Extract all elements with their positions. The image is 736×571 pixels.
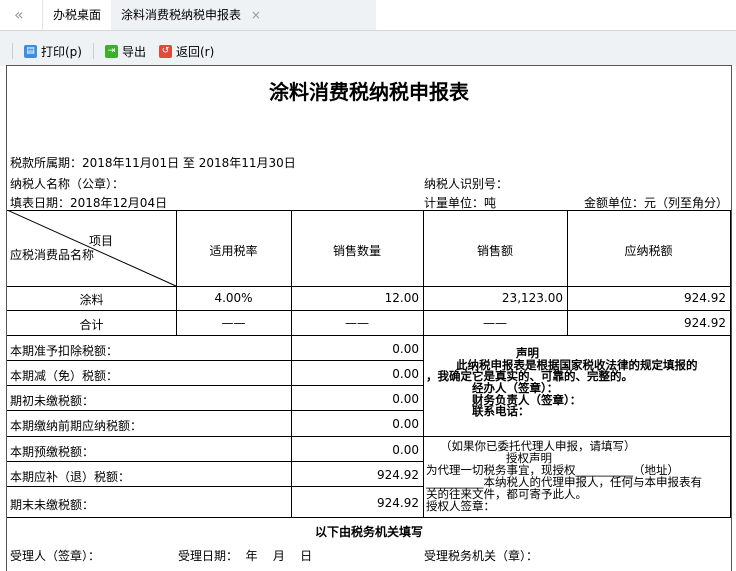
receive-date: 受理日期： 年 月 日 xyxy=(178,547,312,564)
export-button[interactable]: ⇥ 导出 xyxy=(105,43,146,60)
header-sales: 销售额 xyxy=(423,242,567,259)
money-unit: 金额单位：元（列至角分） xyxy=(584,194,728,211)
back-button[interactable]: ↺ 返回(r) xyxy=(159,43,214,60)
total-sales: —— xyxy=(423,316,567,330)
back-label: 返回(r) xyxy=(176,43,214,60)
header-tax: 应纳税额 xyxy=(567,242,730,259)
item-label: 本期缴纳前期应纳税额： xyxy=(10,417,142,434)
item-label: 本期准予扣除税额： xyxy=(10,342,118,359)
tax-period: 税款所属期：2018年11月01日 至 2018年11月30日 xyxy=(10,154,296,171)
tax-office-seal: 受理税务机关（章）： xyxy=(424,547,538,564)
item-value: 924.92 xyxy=(291,468,419,482)
item-value: 0.00 xyxy=(291,367,419,381)
item-label: 本期应补（退）税额： xyxy=(10,468,130,485)
table-border xyxy=(7,410,423,411)
tab-label: 办税桌面 xyxy=(53,8,101,22)
taxpayer-name: 纳税人名称（公章）： xyxy=(10,175,124,192)
divider xyxy=(12,43,13,59)
export-label: 导出 xyxy=(122,43,146,60)
print-button[interactable]: ▤ 打印(p) xyxy=(24,43,82,60)
row-rate: 4.00% xyxy=(176,291,291,305)
agent-signature: 授权人签章： xyxy=(426,500,495,512)
print-label: 打印(p) xyxy=(41,43,82,60)
contact-phone: 联系电话： xyxy=(472,406,530,417)
table-border xyxy=(7,310,731,311)
divider xyxy=(93,43,94,59)
item-label: 期末未缴税额： xyxy=(10,496,94,513)
row-quantity: 12.00 xyxy=(291,291,419,305)
table-border xyxy=(7,436,731,437)
tab-label: 涂料消费税纳税申报表 xyxy=(121,8,241,22)
fill-date: 填表日期：2018年12月04日 xyxy=(10,194,167,211)
table-border xyxy=(7,461,423,462)
total-tax: 924.92 xyxy=(567,316,726,330)
table-border xyxy=(7,517,731,518)
table-border xyxy=(7,385,423,386)
row-sales: 23,123.00 xyxy=(423,291,563,305)
table-border xyxy=(730,210,731,517)
office-section-title: 以下由税务机关填写 xyxy=(7,523,731,540)
measure-unit: 计量单位：吨 xyxy=(424,194,496,211)
export-icon: ⇥ xyxy=(105,45,118,58)
header-rate: 适用税率 xyxy=(176,242,291,259)
total-quantity: —— xyxy=(291,316,423,330)
close-icon[interactable]: × xyxy=(251,8,261,22)
item-value: 0.00 xyxy=(291,342,419,356)
total-rate: —— xyxy=(176,316,291,330)
item-label: 期初未缴税额： xyxy=(10,392,94,409)
page-title: 涂料消费税纳税申报表 xyxy=(7,76,731,105)
header-quantity: 销售数量 xyxy=(291,242,423,259)
item-label: 本期预缴税额： xyxy=(10,443,94,460)
toolbar: ▤ 打印(p) ⇥ 导出 ↺ 返回(r) xyxy=(0,30,736,66)
tab-tax-form[interactable]: 涂料消费税纳税申报表 × xyxy=(111,0,376,30)
table-border xyxy=(7,360,423,361)
tab-desktop[interactable]: 办税桌面 xyxy=(42,0,112,30)
receiver-signature: 受理人（签章）： xyxy=(10,547,100,564)
item-value: 924.92 xyxy=(291,496,419,510)
table-border xyxy=(7,335,731,336)
printer-icon: ▤ xyxy=(24,45,37,58)
item-value: 0.00 xyxy=(291,443,419,457)
collapse-icon[interactable]: « xyxy=(4,0,34,30)
item-label: 本期减（免）税额： xyxy=(10,367,118,384)
header-product-name: 应税消费品名称 xyxy=(10,246,94,263)
row-tax: 924.92 xyxy=(567,291,726,305)
table-border xyxy=(7,486,423,487)
undo-icon: ↺ xyxy=(159,45,172,58)
tax-form: 涂料消费税纳税申报表 税款所属期：2018年11月01日 至 2018年11月3… xyxy=(6,65,732,571)
item-value: 0.00 xyxy=(291,392,419,406)
row-name: 涂料 xyxy=(7,291,176,308)
total-name: 合计 xyxy=(7,316,176,333)
item-value: 0.00 xyxy=(291,417,419,431)
tab-bar: « 办税桌面 涂料消费税纳税申报表 × xyxy=(0,0,736,31)
taxpayer-id: 纳税人识别号： xyxy=(424,175,508,192)
